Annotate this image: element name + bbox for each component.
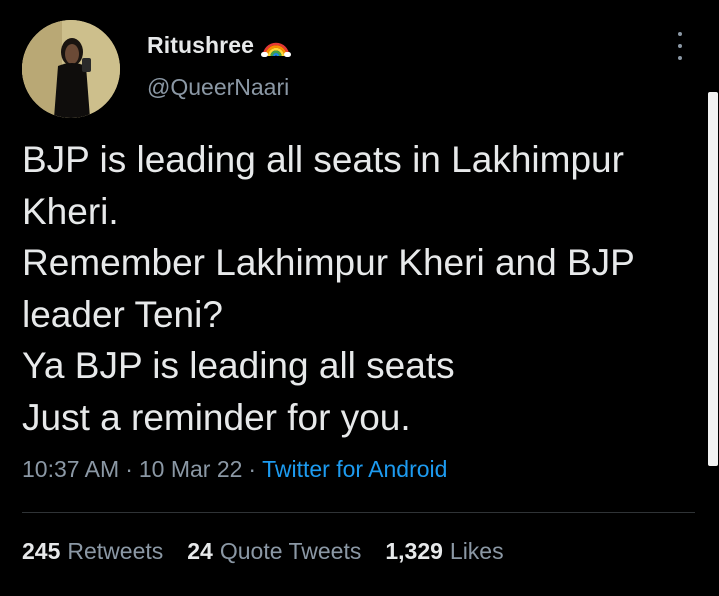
tweet-text-line: Kheri.	[22, 190, 119, 232]
tweet-text-line: Just a reminder for you.	[22, 396, 411, 438]
meta-separator: ·	[125, 456, 133, 482]
rainbow-icon	[260, 35, 291, 57]
tweet-card: Ritushree @QueerNaari BJP is leading all…	[0, 0, 719, 596]
likes-stat[interactable]: 1,329 Likes	[385, 538, 503, 565]
tweet-date[interactable]: 10 Mar 22	[139, 456, 243, 482]
scrollbar[interactable]	[708, 92, 718, 466]
meta-separator: ·	[248, 456, 257, 482]
tweet-stats: 245 Retweets 24 Quote Tweets 1,329 Likes	[22, 538, 528, 565]
likes-count: 1,329	[385, 538, 443, 564]
tweet-text-line: Ya BJP is leading all seats	[22, 345, 455, 386]
tweet-text-line: leader Teni?	[22, 293, 223, 335]
retweets-label: Retweets	[67, 538, 164, 564]
display-name[interactable]: Ritushree	[147, 32, 254, 59]
tweet-meta: 10:37 AM · 10 Mar 22 · Twitter for Android	[22, 456, 447, 483]
likes-label: Likes	[449, 538, 504, 564]
more-dots-icon	[678, 32, 682, 36]
tweet-source-link[interactable]: Twitter for Android	[262, 456, 447, 482]
tweet-time[interactable]: 10:37 AM	[22, 456, 119, 482]
more-options-button[interactable]	[670, 32, 690, 60]
tweet-text-line: Remember Lakhimpur Kheri and BJP	[22, 242, 635, 283]
user-handle[interactable]: @QueerNaari	[147, 74, 289, 101]
divider	[22, 512, 695, 513]
retweets-stat[interactable]: 245 Retweets	[22, 538, 163, 565]
quote-tweets-label: Quote Tweets	[219, 538, 362, 564]
quote-tweets-stat[interactable]: 24 Quote Tweets	[187, 538, 361, 565]
quote-tweets-count: 24	[187, 538, 213, 564]
name-row: Ritushree	[147, 32, 291, 59]
avatar[interactable]	[22, 20, 120, 118]
tweet-text: BJP is leading all seats in Lakhimpur Kh…	[22, 134, 702, 443]
tweet-text-line: BJP is leading all seats in Lakhimpur	[22, 139, 624, 180]
retweets-count: 245	[22, 538, 61, 564]
